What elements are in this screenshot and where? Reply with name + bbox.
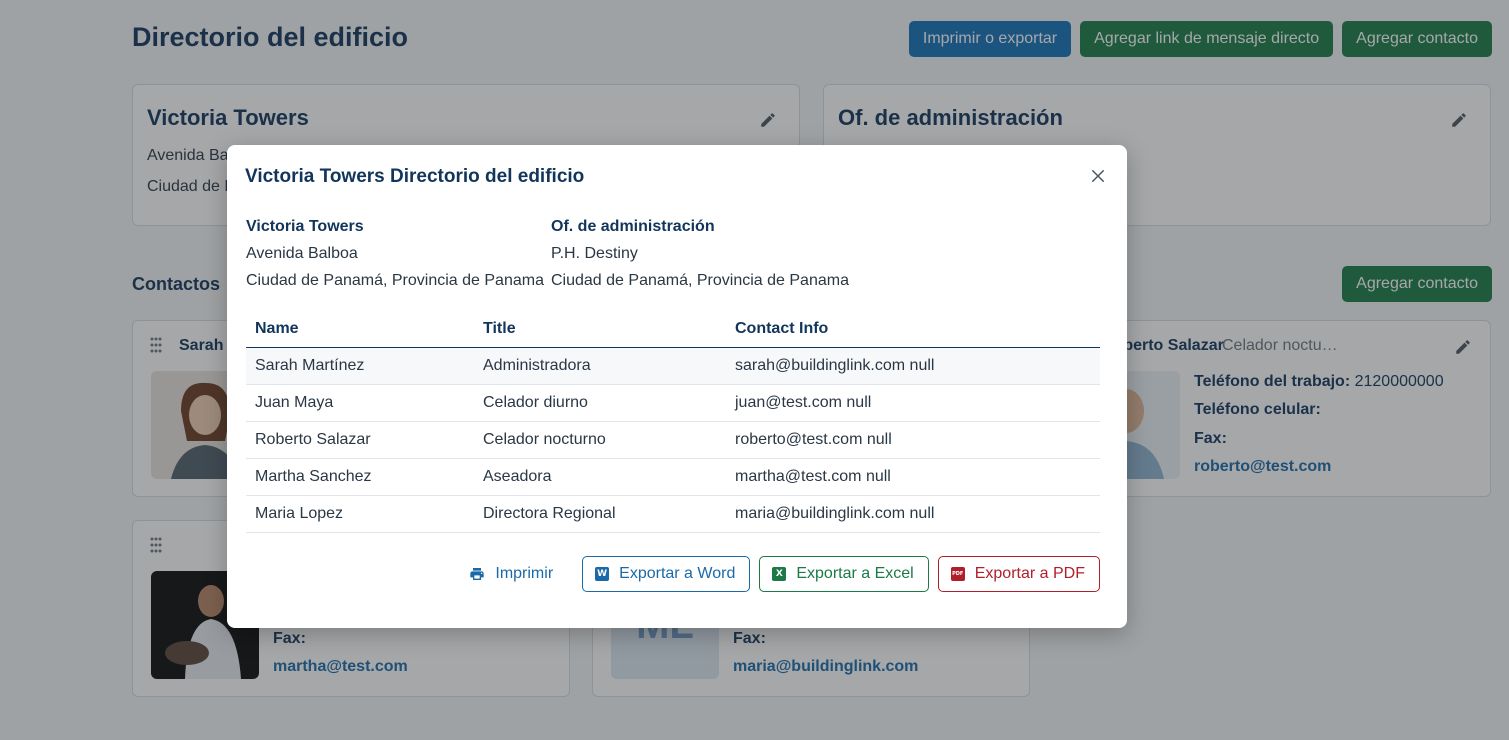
modal-building-name: Victoria Towers (246, 218, 364, 235)
modal-title: Victoria Towers Directorio del edificio (245, 166, 585, 187)
table-row: Sarah Martínez Administradora sarah@buil… (246, 347, 1100, 385)
cell-contact-info: martha@test.com null (726, 458, 1100, 496)
cell-contact-info: juan@test.com null (726, 384, 1100, 422)
cell-title: Administradora (474, 347, 726, 385)
column-header-name: Name (246, 311, 474, 348)
export-excel-label: Exportar a Excel (796, 565, 914, 582)
column-header-title: Title (474, 311, 726, 348)
export-word-label: Exportar a Word (619, 565, 736, 582)
printer-icon (470, 568, 485, 580)
cell-contact-info: sarah@buildinglink.com null (726, 347, 1100, 385)
modal-building-address: Victoria Towers Avenida Balboa Ciudad de… (246, 213, 544, 294)
directory-print-modal: Victoria Towers Directorio del edificio … (227, 145, 1127, 628)
print-button[interactable]: Imprimir (457, 556, 574, 592)
modal-office-line1: P.H. Destiny (551, 245, 638, 262)
modal-office-address: Of. de administración P.H. Destiny Ciuda… (551, 213, 849, 294)
table-row: Roberto Salazar Celador nocturno roberto… (246, 421, 1100, 459)
cell-name: Maria Lopez (246, 495, 474, 533)
cell-title: Directora Regional (474, 495, 726, 533)
cell-title: Celador diurno (474, 384, 726, 422)
cell-contact-info: roberto@test.com null (726, 421, 1100, 459)
cell-title: Celador nocturno (474, 421, 726, 459)
modal-office-line2: Ciudad de Panamá, Provincia de Panama (551, 272, 849, 289)
modal-actions: Imprimir W Exportar a Word X Exportar a … (457, 556, 1100, 592)
cell-name: Roberto Salazar (246, 421, 474, 459)
table-row: Maria Lopez Directora Regional maria@bui… (246, 495, 1100, 533)
table-row: Juan Maya Celador diurno juan@test.com n… (246, 384, 1100, 422)
word-file-icon: W (595, 567, 610, 581)
export-pdf-label: Exportar a PDF (974, 565, 1085, 582)
modal-office-name: Of. de administración (551, 218, 715, 235)
pdf-file-icon: PDF (950, 567, 965, 581)
export-word-button[interactable]: W Exportar a Word (582, 556, 751, 592)
directory-table: Name Title Contact Info Sarah Martínez A… (246, 311, 1100, 533)
print-button-label: Imprimir (495, 565, 554, 582)
modal-building-line1: Avenida Balboa (246, 245, 358, 262)
export-excel-button[interactable]: X Exportar a Excel (759, 556, 929, 592)
close-icon[interactable] (1089, 167, 1107, 185)
cell-title: Aseadora (474, 458, 726, 496)
cell-contact-info: maria@buildinglink.com null (726, 495, 1100, 533)
column-header-contact-info: Contact Info (726, 311, 1100, 348)
cell-name: Juan Maya (246, 384, 474, 422)
modal-building-line2: Ciudad de Panamá, Provincia de Panama (246, 272, 544, 289)
table-row: Martha Sanchez Aseadora martha@test.com … (246, 458, 1100, 496)
cell-name: Martha Sanchez (246, 458, 474, 496)
cell-name: Sarah Martínez (246, 347, 474, 385)
export-pdf-button[interactable]: PDF Exportar a PDF (937, 556, 1100, 592)
table-header-row: Name Title Contact Info (246, 311, 1100, 348)
excel-file-icon: X (772, 567, 787, 581)
